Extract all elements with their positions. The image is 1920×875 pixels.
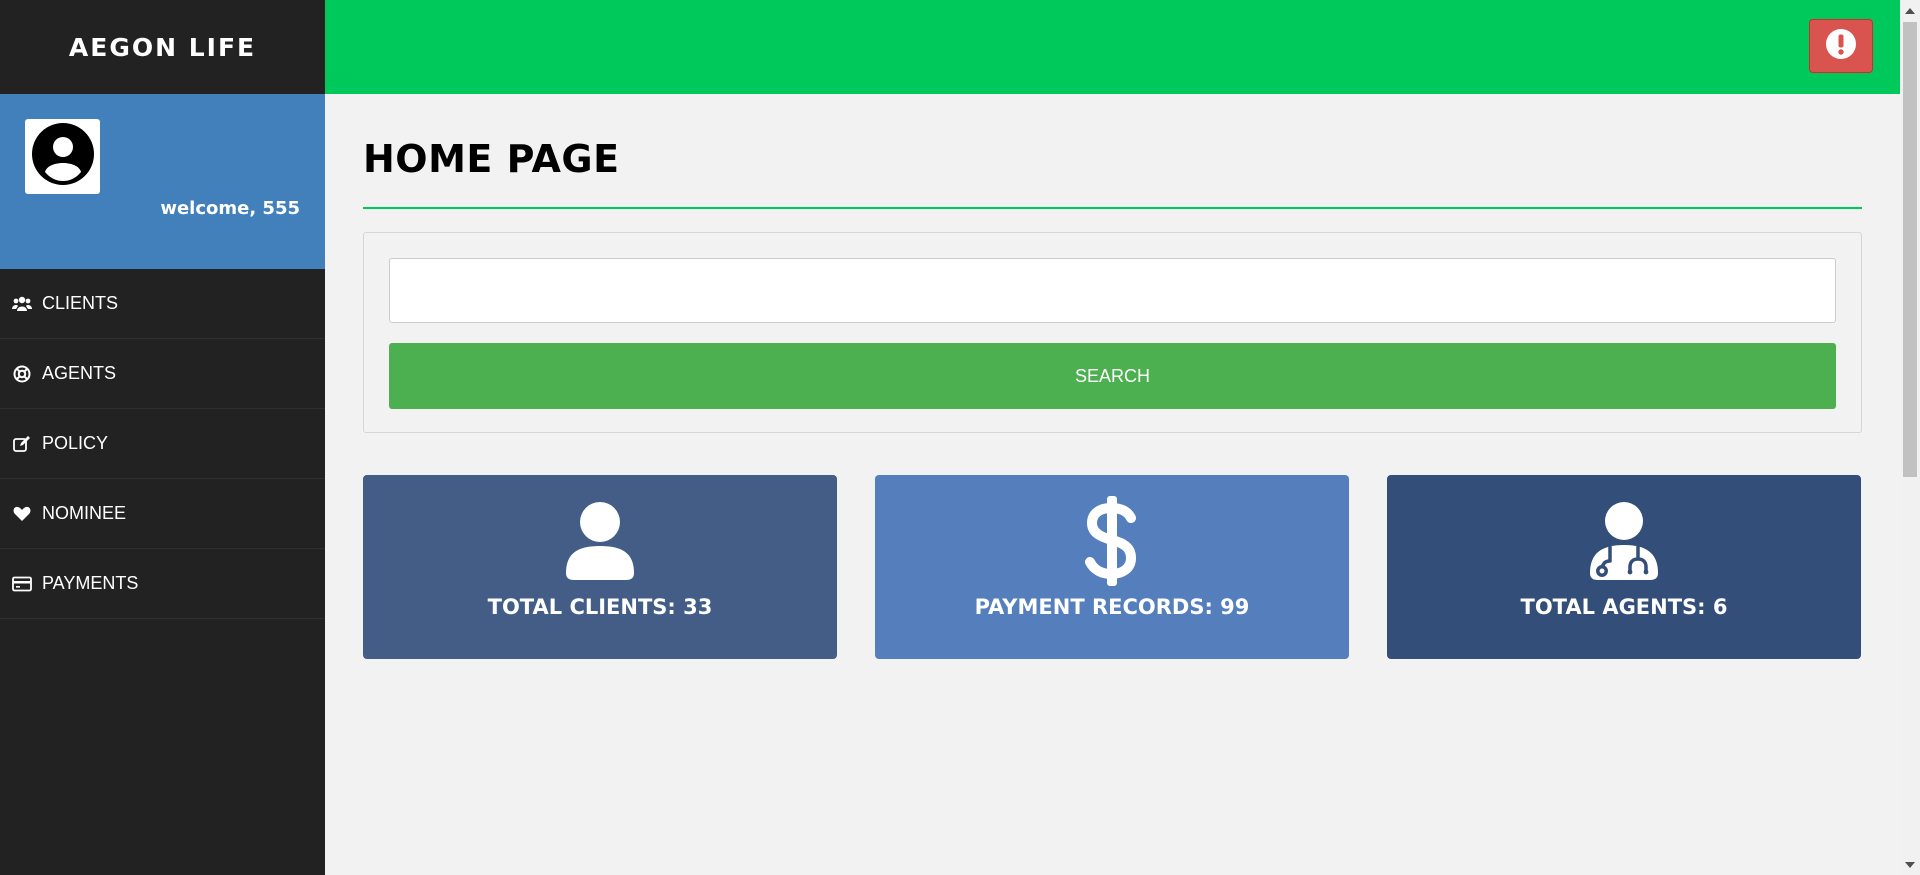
brand-title: AEGON LIFE bbox=[68, 32, 257, 62]
stats-cards: TOTAL CLIENTS: 33 PAYMENT RECORDS: 99 TO… bbox=[363, 475, 1862, 659]
page-title: HOME PAGE bbox=[363, 137, 620, 181]
user-icon bbox=[564, 501, 636, 581]
sidebar-item-agents[interactable]: AGENTS bbox=[0, 339, 325, 409]
user-circle-icon bbox=[31, 122, 95, 191]
total-agents-card[interactable]: TOTAL AGENTS: 6 bbox=[1387, 475, 1861, 659]
heart-icon bbox=[12, 504, 32, 524]
welcome-text: welcome, 555 bbox=[160, 198, 300, 219]
search-button[interactable]: SEARCH bbox=[389, 343, 1836, 409]
sidebar-item-nominee[interactable]: NOMINEE bbox=[0, 479, 325, 549]
sidebar-item-label: CLIENTS bbox=[42, 293, 119, 313]
scroll-up-arrow[interactable] bbox=[1900, 2, 1920, 19]
scroll-down-arrow[interactable] bbox=[1900, 856, 1920, 873]
card-label: TOTAL AGENTS: 6 bbox=[1520, 595, 1728, 619]
sidebar-item-label: AGENTS bbox=[42, 363, 117, 383]
sidebar-item-clients[interactable]: CLIENTS bbox=[0, 269, 325, 339]
exclamation-circle-icon bbox=[1825, 28, 1857, 65]
profile-panel: welcome, 555 bbox=[0, 94, 325, 269]
user-doctor-icon bbox=[1588, 501, 1660, 581]
credit-card-icon bbox=[12, 574, 32, 594]
vertical-scrollbar[interactable] bbox=[1900, 0, 1920, 875]
avatar bbox=[25, 119, 100, 194]
sidebar-item-label: POLICY bbox=[42, 433, 109, 453]
sidebar-item-label: PAYMENTS bbox=[42, 573, 139, 593]
users-icon bbox=[12, 294, 32, 314]
sidebar-item-label: NOMINEE bbox=[42, 503, 127, 523]
top-bar bbox=[325, 0, 1900, 94]
total-clients-card[interactable]: TOTAL CLIENTS: 33 bbox=[363, 475, 837, 659]
sidebar-item-policy[interactable]: POLICY bbox=[0, 409, 325, 479]
card-label: PAYMENT RECORDS: 99 bbox=[974, 595, 1250, 619]
dollar-icon bbox=[1085, 496, 1139, 586]
main-content: HOME PAGE SEARCH TOTAL CLIENTS: 33 PAYME… bbox=[363, 94, 1862, 659]
life-ring-icon bbox=[12, 364, 32, 384]
alert-button[interactable] bbox=[1809, 19, 1873, 73]
card-label: TOTAL CLIENTS: 33 bbox=[487, 595, 713, 619]
edit-icon bbox=[12, 434, 32, 454]
search-panel: SEARCH bbox=[363, 232, 1862, 433]
title-divider bbox=[363, 207, 1862, 209]
sidebar: AEGON LIFE welcome, 555 CLIENTS AGENTS P… bbox=[0, 0, 325, 875]
scroll-thumb[interactable] bbox=[1903, 22, 1917, 477]
payment-records-card[interactable]: PAYMENT RECORDS: 99 bbox=[875, 475, 1349, 659]
sidebar-nav: CLIENTS AGENTS POLICY NOMINEE PAYMENTS bbox=[0, 269, 325, 619]
sidebar-item-payments[interactable]: PAYMENTS bbox=[0, 549, 325, 619]
search-input[interactable] bbox=[389, 258, 1836, 323]
